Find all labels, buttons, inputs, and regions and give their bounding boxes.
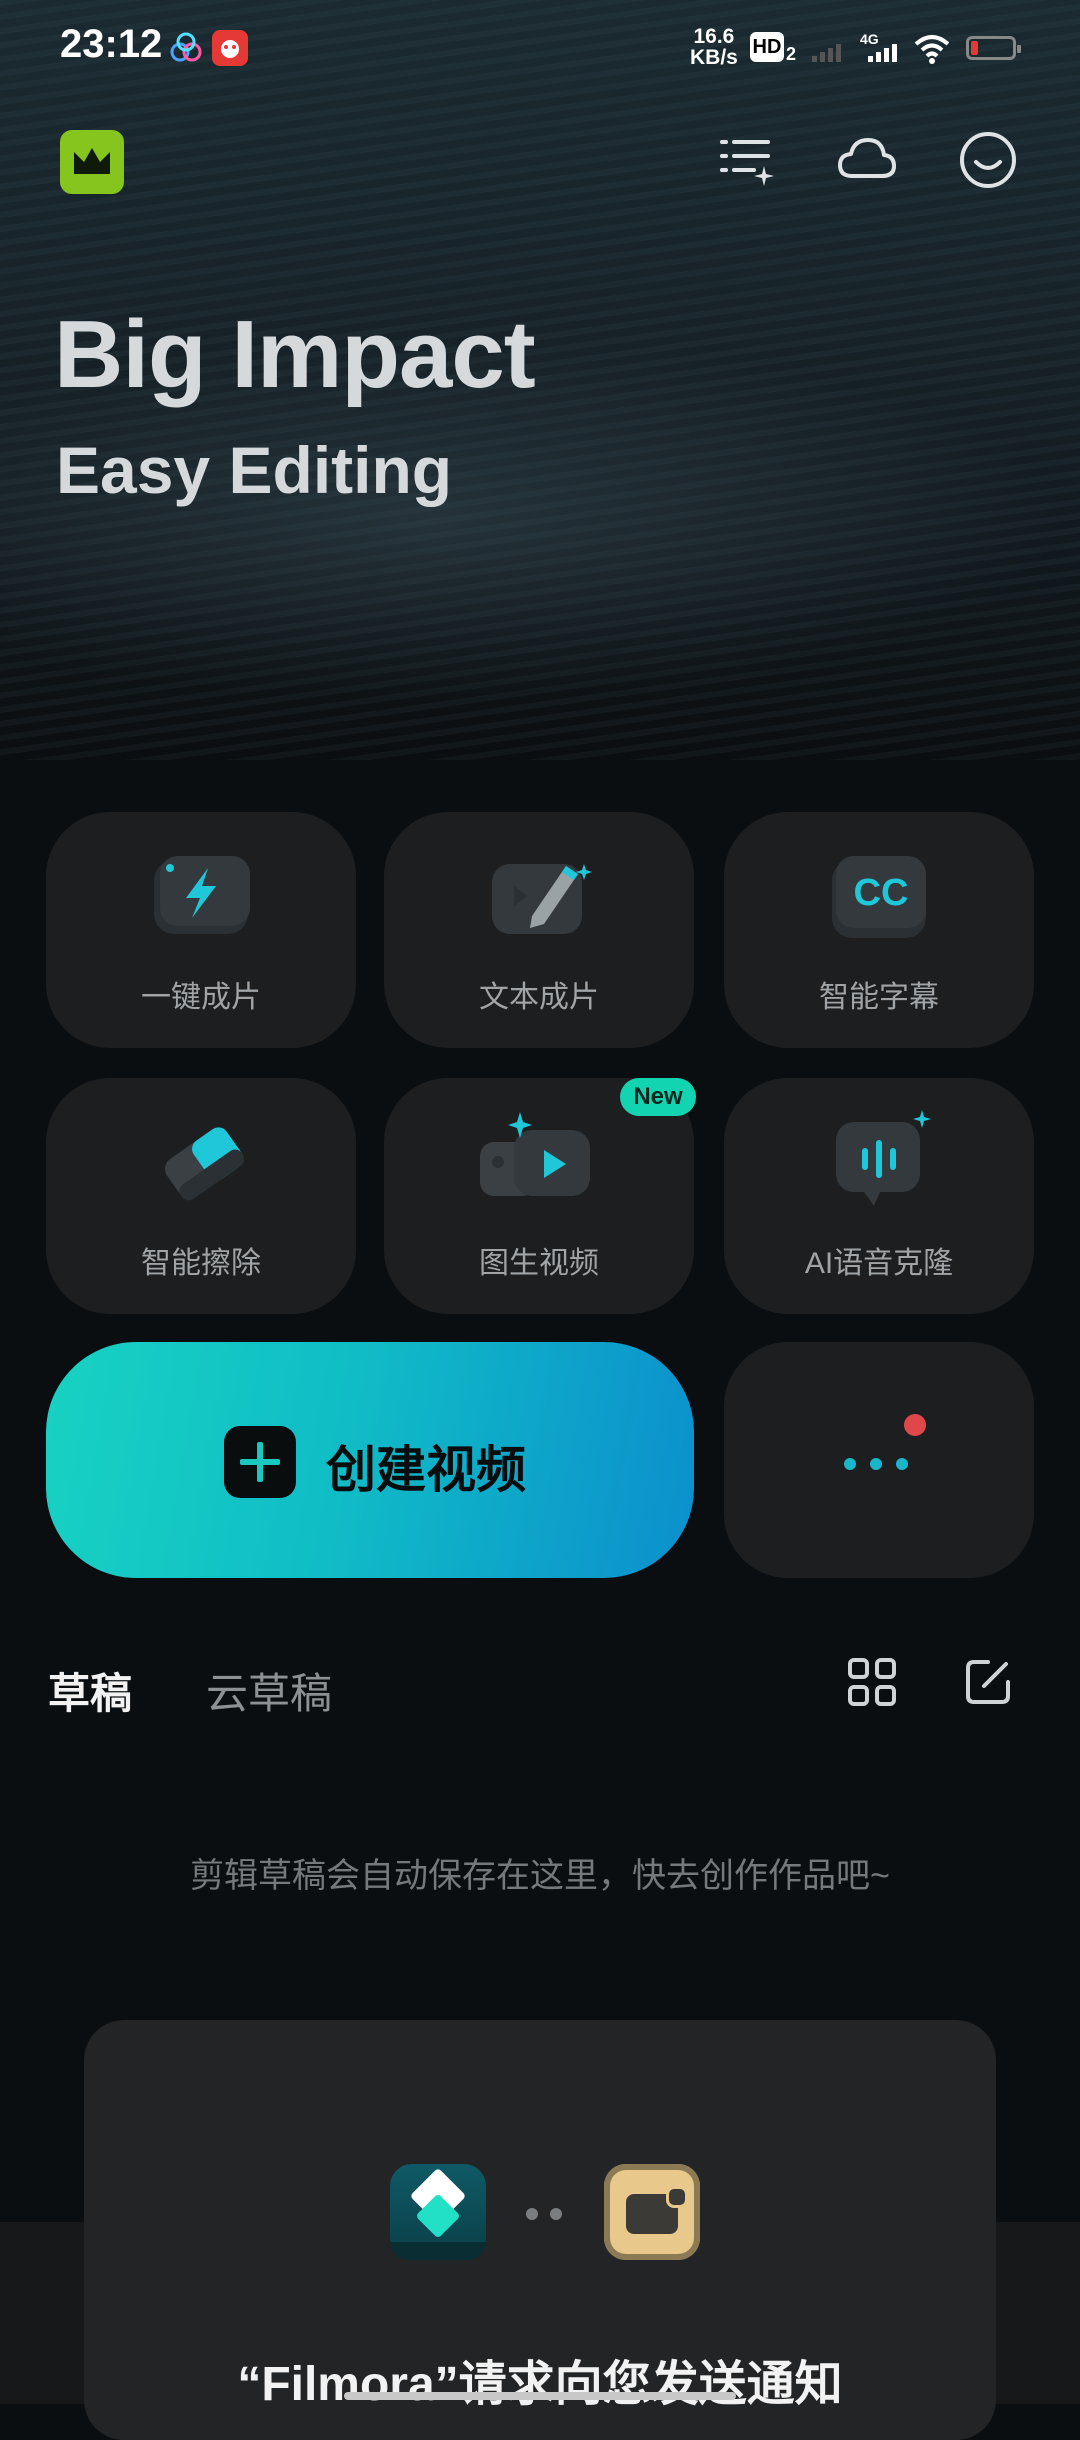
hero-title: Big Impact [54, 301, 536, 408]
wifi-icon [914, 30, 950, 66]
status-time: 23:12 [60, 22, 163, 66]
pencil-video-icon [484, 842, 594, 952]
network-type-label: 4G [860, 31, 879, 47]
feature-label: 一键成片 [141, 981, 261, 1014]
more-features-button[interactable] [724, 1342, 1034, 1578]
home-indicator[interactable] [344, 2392, 736, 2400]
notification-app-icon [604, 2164, 700, 2260]
profile-icon[interactable] [956, 128, 1020, 192]
network-speed-unit: KB/s [690, 46, 738, 69]
cloud-icon[interactable] [834, 128, 898, 192]
filmora-app-icon [390, 2164, 486, 2260]
feature-label: 图生视频 [479, 1247, 599, 1280]
voice-wave-icon [824, 1108, 934, 1218]
edit-icon[interactable] [962, 1656, 1014, 1708]
crown-icon[interactable] [60, 130, 124, 194]
feature-label: 智能擦除 [141, 1247, 261, 1280]
connector-dot [526, 2208, 538, 2220]
feature-label: 智能字幕 [819, 981, 939, 1014]
more-dots-icon [870, 1458, 882, 1470]
hero-subtitle: Easy Editing [56, 433, 453, 507]
hd-voice-badge: HD [750, 32, 784, 62]
battery-icon [966, 36, 1021, 60]
image-to-video-icon [476, 1108, 602, 1218]
create-video-button[interactable]: 创建视频 [46, 1342, 694, 1578]
new-badge: New [620, 1078, 696, 1116]
feature-label: 文本成片 [479, 981, 599, 1014]
feature-ai-voice-clone[interactable]: AI语音克隆 [724, 1078, 1034, 1314]
signal-weak-icon [810, 30, 846, 66]
tab-drafts[interactable]: 草稿 [48, 1660, 132, 1721]
more-dots-icon [896, 1458, 908, 1470]
hd-voice-sub: 2 [786, 44, 797, 64]
app-notification-icon [168, 30, 204, 66]
more-dots-icon [844, 1458, 856, 1470]
feature-smart-erase[interactable]: 智能擦除 [46, 1078, 356, 1314]
tab-cloud-drafts[interactable]: 云草稿 [206, 1660, 332, 1721]
lightning-icon [146, 842, 256, 952]
feature-one-click-video[interactable]: 一键成片 [46, 812, 356, 1048]
create-video-label: 创建视频 [326, 1442, 526, 1498]
feature-smart-subtitles[interactable]: CC 智能字幕 [724, 812, 1034, 1048]
empty-drafts-message: 剪辑草稿会自动保存在这里，快去创作作品吧~ [190, 1857, 890, 1895]
feature-text-to-video[interactable]: 文本成片 [384, 812, 694, 1048]
network-speed: 16.6 KB/s [690, 26, 738, 68]
svg-text:CC: CC [854, 872, 909, 914]
feature-label: AI语音克隆 [804, 1247, 954, 1280]
notification-permission-dialog: “Filmora”请求向您发送通知 [84, 2020, 996, 2440]
cc-icon: CC [824, 842, 934, 952]
notification-dot [904, 1414, 926, 1436]
network-speed-value: 16.6 [693, 25, 735, 48]
connector-dot [550, 2208, 562, 2220]
grid-view-icon[interactable] [846, 1656, 898, 1708]
app-notification-icon-2 [212, 30, 248, 66]
tasks-icon[interactable] [714, 128, 778, 192]
eraser-icon [146, 1108, 256, 1218]
signal-4g-icon: 4G [860, 30, 906, 66]
plus-icon [224, 1426, 296, 1498]
status-bar: 23:12 16.6 KB/s HD 2 4G [0, 0, 1080, 96]
